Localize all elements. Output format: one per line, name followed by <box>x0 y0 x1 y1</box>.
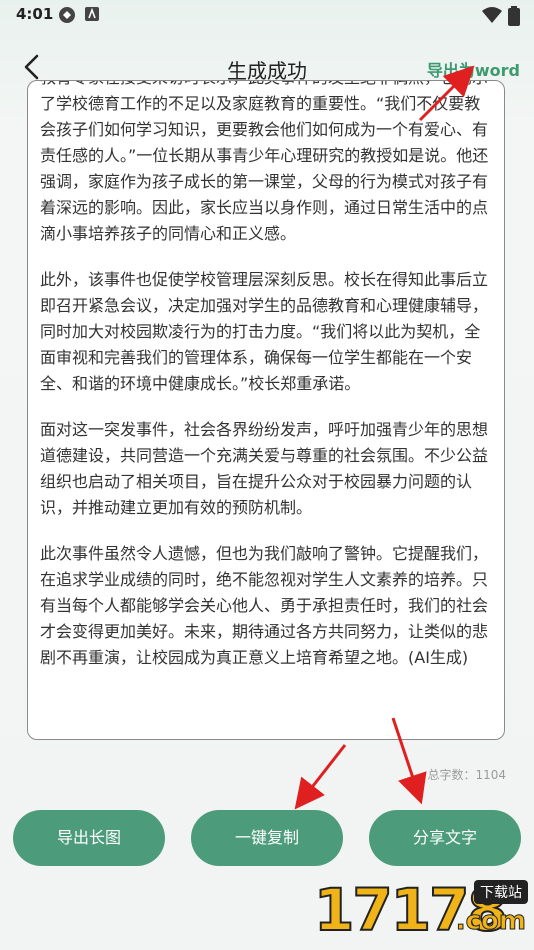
wifi-icon <box>482 6 502 28</box>
watermark-suffix: .com <box>455 906 526 937</box>
article-paragraph-1: 教育专家在接受采访时表示，此类事件的发生绝非偶然，它揭示了学校德育工作的不足以及… <box>40 81 489 243</box>
share-text-button[interactable]: 分享文字 <box>369 810 521 866</box>
one-click-copy-button[interactable]: 一键复制 <box>191 810 343 866</box>
article-paragraph-2: 此外，该事件也促使学校管理层深刻反思。校长在得知此事后立即召开紧急会议，决定加强… <box>40 270 489 393</box>
generated-text-panel[interactable]: 教育专家在接受采访时表示，此类事件的发生绝非偶然，它揭示了学校德育工作的不足以及… <box>27 80 505 740</box>
arrow-to-copy <box>294 744 347 810</box>
vpn-icon <box>58 6 76 28</box>
export-word-button[interactable]: 导出为word <box>427 57 520 81</box>
article-text: 教育专家在接受采访时表示，此类事件的发生绝非偶然，它揭示了学校德育工作的不足以及… <box>40 81 496 691</box>
article-paragraph-4: 此次事件虽然令人遗憾，但也为我们敲响了警钟。它提醒我们，在追求学业成绩的同时，绝… <box>40 544 489 667</box>
battery-icon <box>508 6 520 30</box>
app-notification-icon <box>84 6 100 26</box>
site-watermark: 17178 下载站 .com <box>304 870 534 950</box>
character-count: 总字数：1104 <box>427 768 506 782</box>
status-time: 4:01 <box>16 5 54 23</box>
article-paragraph-3: 面对这一突发事件，社会各界纷纷发声，呼吁加强青少年的思想道德建设，共同营造一个充… <box>40 420 489 517</box>
export-long-image-button[interactable]: 导出长图 <box>13 810 165 866</box>
watermark-badge: 下载站 <box>474 880 528 904</box>
status-bar: 4:01 <box>0 0 534 30</box>
